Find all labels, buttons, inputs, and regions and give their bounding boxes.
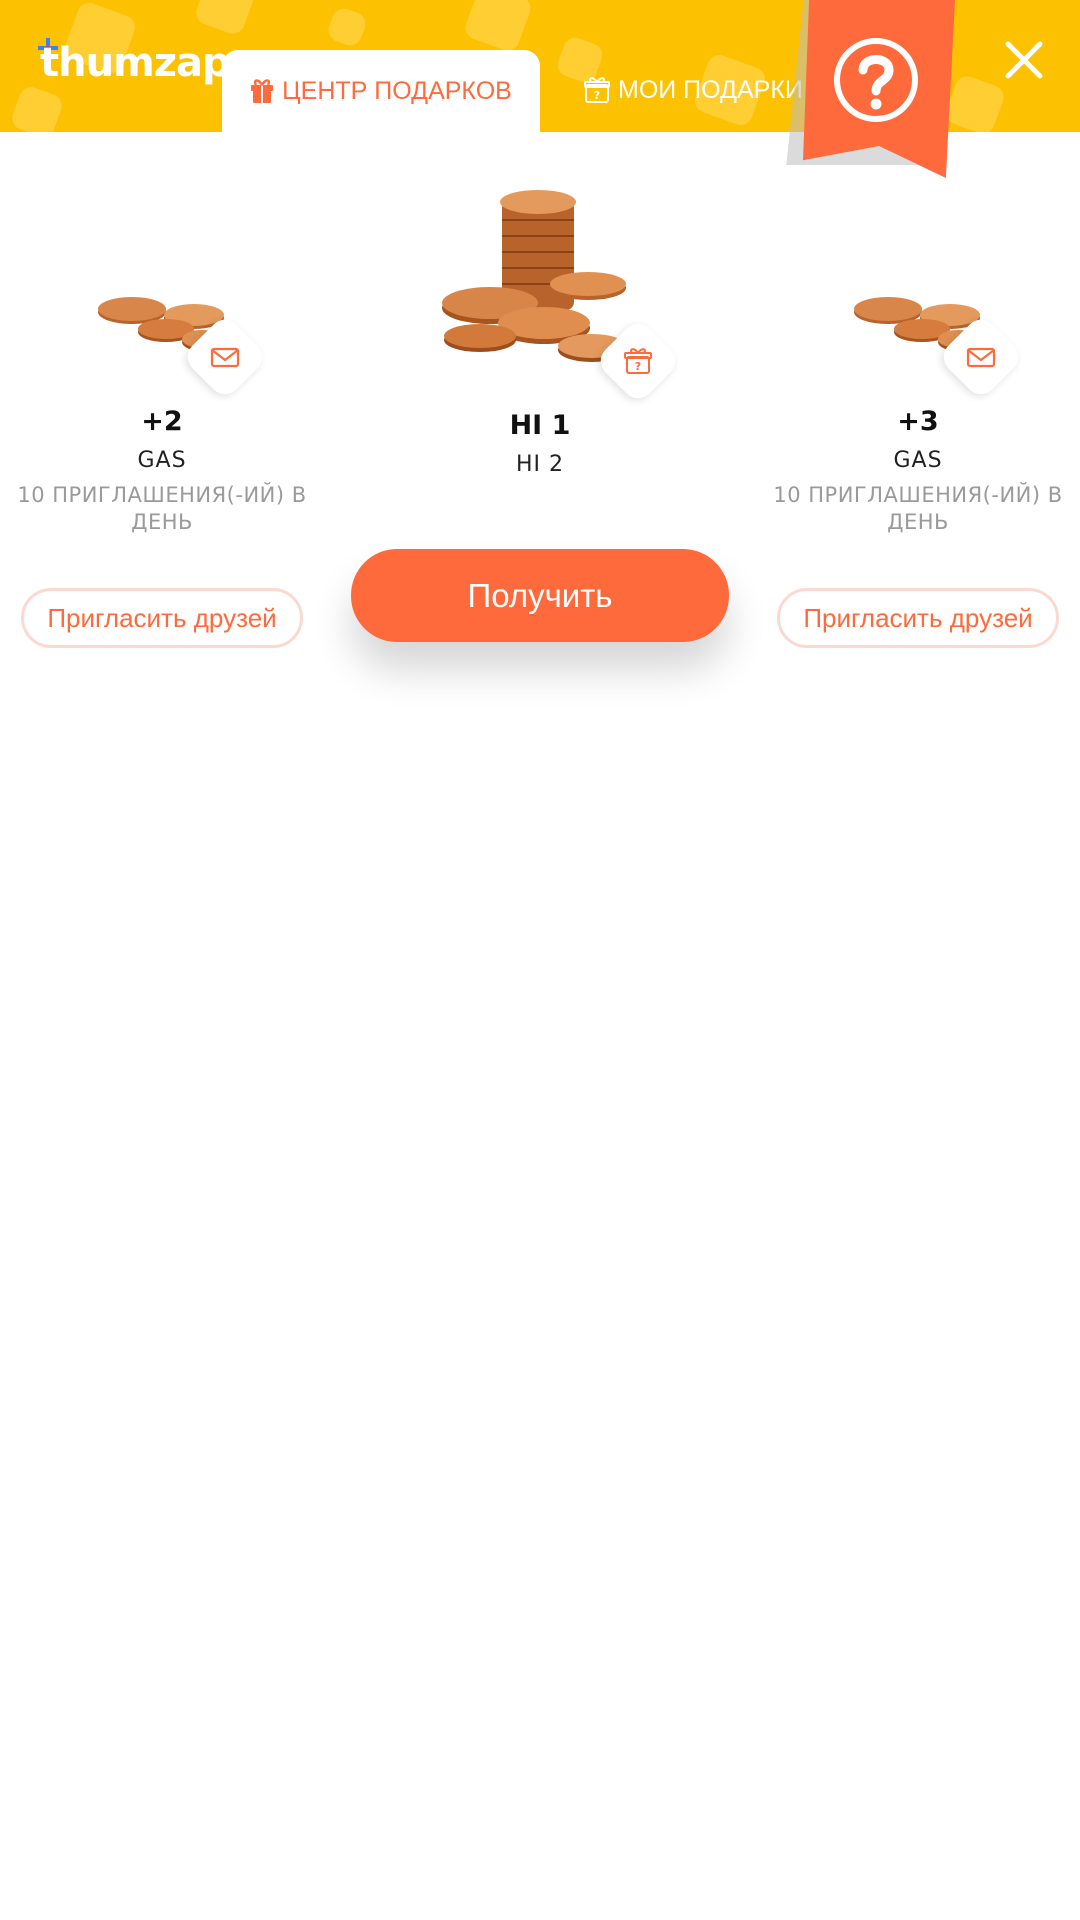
envelope-icon — [210, 347, 240, 368]
decor-shape — [325, 5, 369, 49]
decor-shape — [942, 72, 1008, 132]
reward-condition: 10 ПРИГЛАШЕНИЯ(-ИЙ) В ДЕНЬ — [17, 483, 307, 534]
reward-amount: +2 — [141, 406, 183, 437]
gift-icon — [251, 79, 274, 103]
question-icon[interactable] — [832, 36, 920, 124]
svg-text:?: ? — [635, 360, 641, 373]
decor-shape — [192, 0, 258, 38]
reward-currency: HI 2 — [515, 452, 565, 477]
get-reward-button[interactable]: Получить — [351, 549, 729, 642]
invite-friends-button[interactable]: Пригласить друзей — [21, 588, 303, 648]
svg-text:?: ? — [594, 89, 600, 102]
close-icon[interactable] — [1004, 40, 1044, 80]
tab-gift-center-label: ЦЕНТР ПОДАРКОВ — [282, 76, 512, 105]
invite-friends-button[interactable]: Пригласить друзей — [777, 588, 1059, 648]
reward-currency: GAS — [893, 448, 943, 473]
tab-my-gifts-label: МОИ ПОДАРКИ — [618, 75, 803, 104]
mystery-gift-icon: ? — [624, 348, 652, 374]
reward-amount: +3 — [897, 406, 939, 437]
reward-condition: 10 ПРИГЛАШЕНИЯ(-ИЙ) В ДЕНЬ — [773, 483, 1063, 534]
reward-card-left: +2 GAS 10 ПРИГЛАШЕНИЯ(-ИЙ) В ДЕНЬ Пригла… — [0, 280, 324, 660]
reward-amount: HI 1 — [509, 410, 571, 441]
reward-currency: GAS — [137, 448, 187, 473]
tab-gift-center[interactable]: ЦЕНТР ПОДАРКОВ — [222, 50, 540, 132]
reward-card-right: +3 GAS 10 ПРИГЛАШЕНИЯ(-ИЙ) В ДЕНЬ Пригла… — [756, 280, 1080, 660]
tab-my-gifts[interactable]: ? МОИ ПОДАРКИ — [584, 68, 803, 112]
coins-stack-image — [442, 190, 626, 362]
thumzap-logo: thumzap — [40, 40, 231, 86]
decor-shape — [462, 0, 534, 54]
mystery-gift-icon: ? — [584, 77, 610, 103]
envelope-icon — [966, 347, 996, 368]
decor-shape — [8, 83, 66, 132]
